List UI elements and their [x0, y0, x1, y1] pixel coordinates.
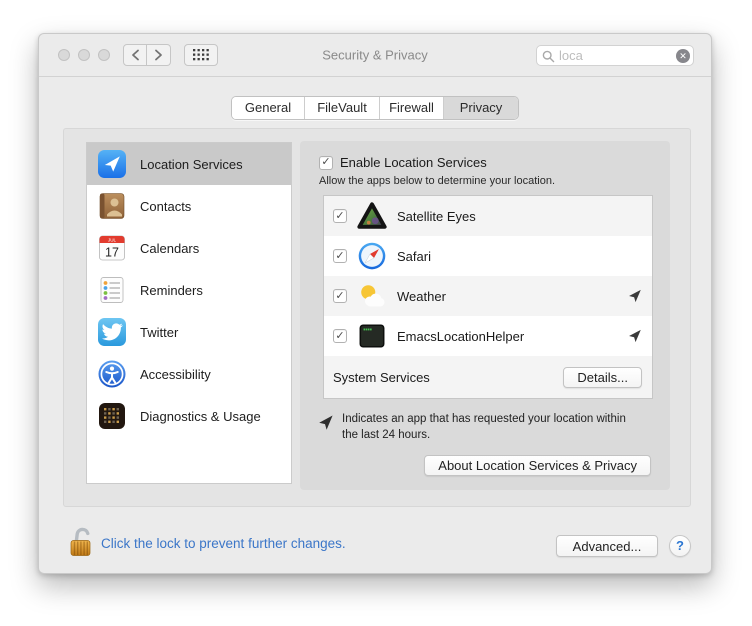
- search-input[interactable]: [559, 46, 671, 65]
- svg-text:17: 17: [105, 246, 119, 260]
- app-row-weather[interactable]: ✓ Weather: [324, 276, 652, 316]
- app-checkbox[interactable]: ✓: [333, 209, 347, 223]
- sidebar-item-calendars[interactable]: JUL 17 Calendars: [87, 227, 291, 269]
- tab-segmented-control: General FileVault Firewall Privacy: [231, 96, 519, 120]
- app-checkbox[interactable]: ✓: [333, 249, 347, 263]
- twitter-icon: [97, 317, 127, 347]
- privacy-sidebar: Location Services Contacts JUL 17: [86, 142, 292, 484]
- unlocked-lock-icon[interactable]: [67, 524, 95, 558]
- emacslocationhelper-icon: [357, 321, 387, 351]
- traffic-lights: [58, 49, 110, 61]
- sidebar-item-location-services[interactable]: Location Services: [87, 143, 291, 185]
- advanced-button[interactable]: Advanced...: [556, 535, 658, 557]
- sidebar-item-label: Contacts: [140, 199, 191, 214]
- panel-description: Allow the apps below to determine your l…: [319, 175, 651, 187]
- sidebar-item-accessibility[interactable]: Accessibility: [87, 353, 291, 395]
- zoom-window-button[interactable]: [98, 49, 110, 61]
- sidebar-item-twitter[interactable]: Twitter: [87, 311, 291, 353]
- nav-buttons: [123, 44, 171, 66]
- contacts-icon: [97, 191, 127, 221]
- system-services-label: System Services: [333, 370, 563, 385]
- tab-firewall[interactable]: Firewall: [380, 97, 444, 119]
- grid-icon: [193, 49, 209, 61]
- app-checkbox[interactable]: ✓: [333, 329, 347, 343]
- details-button[interactable]: Details...: [563, 367, 642, 388]
- sidebar-item-label: Location Services: [140, 157, 243, 172]
- sidebar-item-diagnostics[interactable]: Diagnostics & Usage: [87, 395, 291, 437]
- app-row-emacslocationhelper[interactable]: ✓ EmacsLocationHelper: [324, 316, 652, 356]
- footer: Click the lock to prevent further change…: [39, 507, 711, 574]
- recent-location-arrow-icon: [628, 329, 642, 343]
- app-row-safari[interactable]: ✓ Safari: [324, 236, 652, 276]
- diagnostics-icon: [97, 401, 127, 431]
- recent-location-legend: Indicates an app that has requested your…: [318, 412, 651, 443]
- app-name: EmacsLocationHelper: [397, 329, 618, 344]
- tab-general[interactable]: General: [232, 97, 305, 119]
- enable-location-checkbox[interactable]: ✓: [319, 156, 333, 170]
- sidebar-item-label: Accessibility: [140, 367, 211, 382]
- app-list: ✓ Satellite Eyes ✓: [323, 195, 653, 399]
- app-name: Safari: [397, 249, 642, 264]
- svg-text:JUL: JUL: [108, 238, 117, 243]
- clear-search-icon[interactable]: ✕: [676, 49, 690, 63]
- lock-message[interactable]: Click the lock to prevent further change…: [101, 536, 346, 551]
- weather-icon: [357, 281, 387, 311]
- sidebar-item-contacts[interactable]: Contacts: [87, 185, 291, 227]
- safari-icon: [357, 241, 387, 271]
- location-services-icon: [97, 149, 127, 179]
- sidebar-item-label: Diagnostics & Usage: [140, 409, 261, 424]
- recent-location-arrow-icon: [628, 289, 642, 303]
- window-title: Security & Privacy: [322, 48, 427, 63]
- system-services-row: System Services Details...: [324, 356, 652, 398]
- sidebar-item-label: Twitter: [140, 325, 178, 340]
- chevron-left-icon: [131, 49, 140, 61]
- close-window-button[interactable]: [58, 49, 70, 61]
- satellite-eyes-icon: [357, 201, 387, 231]
- tab-privacy[interactable]: Privacy: [444, 97, 518, 119]
- security-privacy-window: Security & Privacy ✕ General FileVault F…: [38, 33, 712, 574]
- app-checkbox[interactable]: ✓: [333, 289, 347, 303]
- legend-text: Indicates an app that has requested your…: [342, 412, 626, 443]
- minimize-window-button[interactable]: [78, 49, 90, 61]
- help-button[interactable]: ?: [669, 535, 691, 557]
- tab-strip: General FileVault Firewall Privacy: [39, 77, 711, 128]
- privacy-tab-content: Location Services Contacts JUL 17: [63, 128, 691, 507]
- tab-filevault[interactable]: FileVault: [305, 97, 380, 119]
- about-location-services-button[interactable]: About Location Services & Privacy: [424, 455, 651, 476]
- chevron-right-icon: [154, 49, 163, 61]
- reminders-icon: [97, 275, 127, 305]
- forward-button[interactable]: [147, 44, 171, 66]
- location-arrow-icon: [318, 414, 334, 431]
- location-services-panel: ✓ Enable Location Services Allow the app…: [300, 141, 670, 490]
- calendars-icon: JUL 17: [97, 233, 127, 263]
- sidebar-item-label: Reminders: [140, 283, 203, 298]
- back-button[interactable]: [123, 44, 147, 66]
- accessibility-icon: [97, 359, 127, 389]
- app-row-satellite-eyes[interactable]: ✓ Satellite Eyes: [324, 196, 652, 236]
- app-name: Weather: [397, 289, 618, 304]
- titlebar: Security & Privacy ✕: [39, 34, 711, 77]
- sidebar-item-label: Calendars: [140, 241, 199, 256]
- search-icon: [542, 50, 555, 63]
- show-all-button[interactable]: [184, 44, 218, 66]
- enable-location-label: Enable Location Services: [340, 155, 487, 170]
- enable-location-row: ✓ Enable Location Services: [319, 155, 651, 170]
- app-name: Satellite Eyes: [397, 209, 642, 224]
- search-field[interactable]: ✕: [536, 45, 694, 66]
- sidebar-item-reminders[interactable]: Reminders: [87, 269, 291, 311]
